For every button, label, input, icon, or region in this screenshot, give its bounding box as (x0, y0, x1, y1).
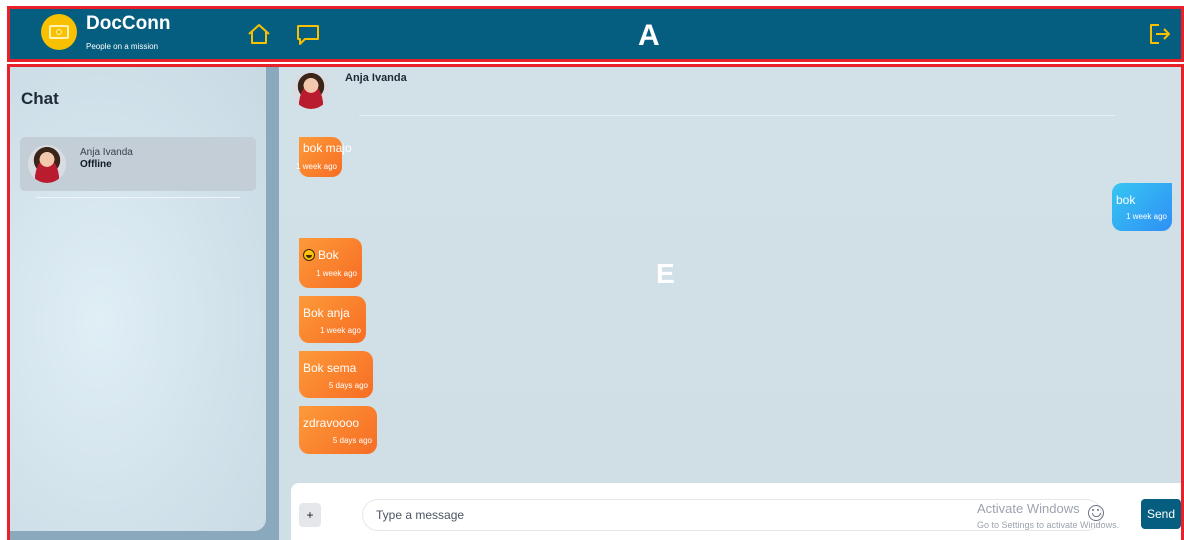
message-bubble: Bok sema 5 days ago (299, 351, 373, 398)
top-navbar: DocConn People on a mission A (10, 9, 1184, 59)
send-button[interactable]: Send (1141, 499, 1181, 529)
attach-button[interactable]: + (299, 503, 321, 527)
brand-name[interactable]: DocConn (86, 13, 170, 35)
message-time: 1 week ago (296, 162, 337, 171)
contact-avatar (28, 145, 66, 183)
chat-header-avatar (292, 71, 330, 109)
message-time: 1 week ago (316, 269, 357, 278)
message-bubble: bok majo 1 week ago (296, 137, 352, 177)
contact-name: Anja Ivanda (80, 147, 133, 158)
chat-sidebar: Chat Anja Ivanda Offline (10, 67, 266, 531)
activate-windows-title: Activate Windows (977, 501, 1080, 516)
message-bubble: bok 1 week ago (1112, 183, 1172, 231)
annotation-label-e: E (656, 258, 675, 289)
message-time: 5 days ago (332, 436, 372, 445)
sidebar-title: Chat (21, 89, 59, 108)
home-icon[interactable] (246, 22, 272, 46)
message-text: bok majo (303, 141, 352, 155)
message-text: Bok (318, 248, 339, 262)
brand-tagline: People on a mission (86, 42, 159, 51)
logout-icon[interactable] (1146, 22, 1172, 46)
emoji-icon[interactable] (1088, 505, 1104, 521)
message-time: 1 week ago (1126, 212, 1167, 221)
sidebar-divider (36, 197, 240, 198)
annotation-label-a: A (638, 19, 660, 52)
logo-icon[interactable] (41, 14, 77, 50)
message-bubble: Bok anja 1 week ago (299, 296, 366, 343)
message-bubble: zdravoooo 5 days ago (299, 406, 377, 454)
chat-icon[interactable] (295, 22, 321, 46)
message-composer: + Activate Windows Go to Settings to act… (291, 483, 1184, 540)
chat-header-name: Anja Ivanda (345, 72, 407, 84)
message-bubble: Bok 1 week ago (299, 238, 362, 288)
grinning-face-emoji-icon (303, 249, 315, 261)
message-time: 5 days ago (328, 381, 368, 390)
chat-panel: Anja Ivanda bok majo 1 week ago bok 1 we… (279, 67, 1184, 540)
message-time: 1 week ago (320, 326, 361, 335)
contact-status: Offline (80, 159, 112, 170)
message-text: Bok anja (303, 306, 350, 320)
message-text: bok (1116, 193, 1136, 207)
activate-windows-subtitle: Go to Settings to activate Windows. (977, 520, 1120, 530)
message-text: zdravoooo (303, 416, 360, 430)
main-area: Chat Anja Ivanda Offline Anja Ivanda bok… (10, 67, 1184, 540)
message-text: Bok sema (303, 361, 357, 375)
contact-item[interactable]: Anja Ivanda Offline (20, 137, 256, 191)
chat-header-divider (359, 115, 1115, 116)
